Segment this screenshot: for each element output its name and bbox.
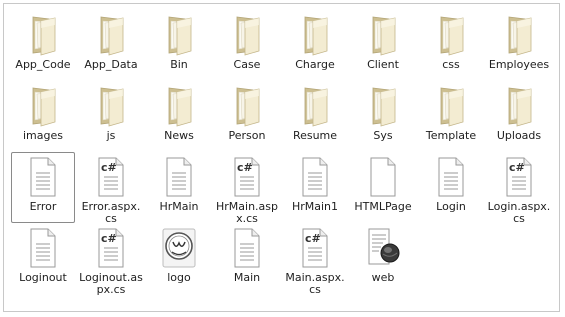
- file-item[interactable]: Sys: [351, 81, 415, 152]
- file-label: Loginout: [19, 271, 67, 284]
- file-label: Employees: [488, 58, 550, 71]
- file-item[interactable]: web: [351, 223, 415, 294]
- file-label: Main.aspx.cs: [285, 271, 345, 296]
- document-icon: [291, 155, 339, 199]
- file-label: Person: [228, 129, 266, 142]
- folder-icon: [291, 13, 339, 57]
- file-item[interactable]: css: [419, 10, 483, 81]
- file-item[interactable]: images: [11, 81, 75, 152]
- file-label: js: [106, 129, 116, 142]
- file-label: Sys: [373, 129, 393, 142]
- file-item[interactable]: c# Login.aspx.cs: [487, 152, 551, 225]
- file-label: Template: [425, 129, 477, 142]
- folder-icon: [427, 84, 475, 128]
- file-label: Loginout.aspx.cs: [79, 271, 143, 296]
- file-item[interactable]: js: [79, 81, 143, 152]
- file-label: Bin: [170, 58, 188, 71]
- file-label: Error.aspx.cs: [81, 200, 141, 225]
- file-label: News: [164, 129, 194, 142]
- folder-icon: [495, 13, 543, 57]
- file-item[interactable]: c# Loginout.aspx.cs: [79, 223, 143, 296]
- file-label: Client: [367, 58, 399, 71]
- file-label: Main: [233, 271, 261, 284]
- csharp-file-icon: c#: [291, 226, 339, 270]
- file-label: Case: [233, 58, 261, 71]
- file-label: css: [442, 58, 460, 71]
- file-item[interactable]: c# HrMain.aspx.cs: [215, 152, 279, 225]
- file-item[interactable]: logo: [147, 223, 211, 294]
- file-label: HrMain.aspx.cs: [215, 200, 278, 225]
- explorer-view: App_Code App_Data Bin Case Charge Client…: [3, 3, 560, 312]
- file-item[interactable]: HTMLPage: [351, 152, 415, 223]
- file-label: App_Code: [15, 58, 71, 71]
- file-item[interactable]: Charge: [283, 10, 347, 81]
- folder-icon: [19, 13, 67, 57]
- folder-icon: [359, 84, 407, 128]
- file-item[interactable]: Main: [215, 223, 279, 294]
- svg-text:c#: c#: [305, 232, 321, 245]
- file-item[interactable]: Loginout: [11, 223, 75, 294]
- file-item[interactable]: Case: [215, 10, 279, 81]
- file-item[interactable]: Uploads: [487, 81, 551, 152]
- folder-icon: [359, 13, 407, 57]
- file-label: HTMLPage: [354, 200, 412, 213]
- blank-file-icon: [359, 155, 407, 199]
- document-icon: [155, 155, 203, 199]
- folder-icon: [427, 13, 475, 57]
- file-item[interactable]: c# Main.aspx.cs: [283, 223, 347, 296]
- file-item[interactable]: App_Code: [11, 10, 75, 81]
- file-item[interactable]: Client: [351, 10, 415, 81]
- csharp-file-icon: c#: [87, 155, 135, 199]
- document-icon: [19, 155, 67, 199]
- file-label: Login: [436, 200, 466, 213]
- svg-text:c#: c#: [101, 161, 117, 174]
- file-label: Uploads: [496, 129, 542, 142]
- folder-icon: [155, 84, 203, 128]
- file-icon-grid: App_Code App_Data Bin Case Charge Client…: [9, 10, 559, 296]
- folder-icon: [87, 13, 135, 57]
- csharp-file-icon: c#: [87, 226, 135, 270]
- document-icon: [19, 226, 67, 270]
- file-label: App_Data: [84, 58, 138, 71]
- file-item[interactable]: App_Data: [79, 10, 143, 81]
- web-config-icon: [359, 226, 407, 270]
- csharp-file-icon: c#: [495, 155, 543, 199]
- file-item[interactable]: c# Error.aspx.cs: [79, 152, 143, 225]
- file-item[interactable]: Employees: [487, 10, 551, 81]
- logo-image-icon: [155, 226, 203, 270]
- file-item[interactable]: News: [147, 81, 211, 152]
- file-item[interactable]: Template: [419, 81, 483, 152]
- file-label: Error: [29, 200, 57, 213]
- file-item[interactable]: HrMain: [147, 152, 211, 223]
- folder-icon: [291, 84, 339, 128]
- folder-icon: [223, 84, 271, 128]
- file-item[interactable]: Person: [215, 81, 279, 152]
- file-label: images: [23, 129, 63, 142]
- file-label: HrMain1: [291, 200, 339, 213]
- folder-icon: [155, 13, 203, 57]
- folder-icon: [223, 13, 271, 57]
- file-label: HrMain: [159, 200, 199, 213]
- csharp-file-icon: c#: [223, 155, 271, 199]
- folder-icon: [87, 84, 135, 128]
- document-icon: [427, 155, 475, 199]
- folder-icon: [495, 84, 543, 128]
- file-label: Login.aspx.cs: [487, 200, 551, 225]
- file-item[interactable]: Login: [419, 152, 483, 223]
- file-label: logo: [167, 271, 191, 284]
- file-item[interactable]: Resume: [283, 81, 347, 152]
- file-item[interactable]: Bin: [147, 10, 211, 81]
- file-label: web: [371, 271, 395, 284]
- file-label: Resume: [292, 129, 338, 142]
- file-item[interactable]: Error: [11, 152, 75, 223]
- file-label: Charge: [295, 58, 335, 71]
- svg-text:c#: c#: [509, 161, 525, 174]
- folder-icon: [19, 84, 67, 128]
- file-item[interactable]: HrMain1: [283, 152, 347, 223]
- svg-text:c#: c#: [237, 161, 253, 174]
- document-icon: [223, 226, 271, 270]
- svg-text:c#: c#: [101, 232, 117, 245]
